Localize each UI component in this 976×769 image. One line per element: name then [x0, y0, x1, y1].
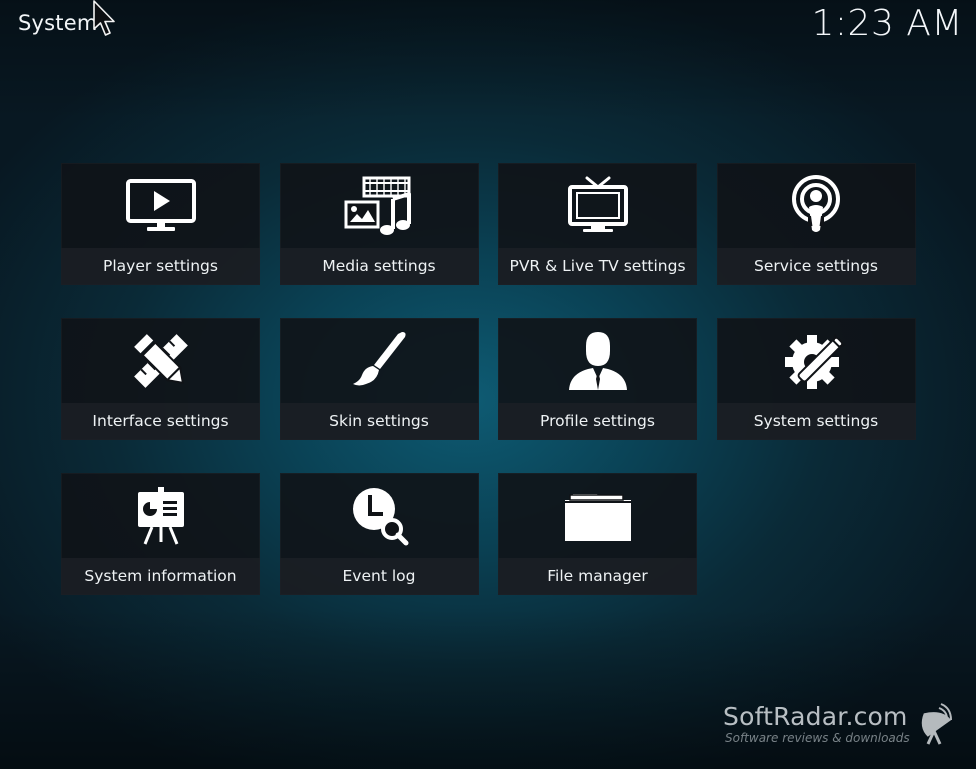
clock: 1:23 AM — [811, 3, 963, 44]
tile-label: Interface settings — [61, 403, 260, 440]
tile-label: Service settings — [716, 248, 916, 285]
pvr-live-tv-settings-tile[interactable]: PVR & Live TV settings — [498, 163, 697, 285]
service-settings-tile[interactable]: Service settings — [716, 163, 916, 285]
paintbrush-icon — [353, 332, 406, 386]
tile-label: System settings — [716, 403, 916, 440]
system-settings-tile[interactable]: System settings — [716, 318, 916, 440]
softradar-watermark: SoftRadar.com Software reviews & downloa… — [723, 702, 953, 746]
player-settings-tile[interactable]: Player settings — [61, 163, 260, 285]
info-board-icon — [137, 487, 184, 545]
mouse-cursor-icon — [93, 0, 115, 36]
podcast-icon — [792, 175, 840, 232]
user-profile-icon — [568, 332, 627, 390]
tile-label: Skin settings — [279, 403, 479, 440]
media-settings-tile[interactable]: Media settings — [279, 163, 479, 285]
skin-settings-tile[interactable]: Skin settings — [279, 318, 479, 440]
tile-label: Event log — [279, 558, 479, 595]
interface-settings-tile[interactable]: Interface settings — [61, 318, 260, 440]
tile-label: System information — [61, 558, 260, 595]
folder-icon — [564, 494, 631, 541]
system-menu-grid: Player settings Media settings PVR & Liv… — [61, 163, 916, 595]
watermark-subtitle: Software reviews & downloads — [725, 731, 910, 745]
tile-label: File manager — [498, 558, 697, 595]
page-title: System — [18, 11, 98, 35]
system-information-tile[interactable]: System information — [61, 473, 260, 595]
satellite-dish-icon — [921, 703, 952, 745]
tile-label: PVR & Live TV settings — [498, 248, 697, 285]
event-log-tile[interactable]: Event log — [279, 473, 479, 595]
pencil-ruler-icon — [133, 334, 188, 388]
gear-wrench-icon — [785, 334, 846, 389]
tile-label: Media settings — [279, 248, 479, 285]
media-icon — [344, 176, 411, 235]
tv-icon — [567, 176, 628, 232]
monitor-play-icon — [125, 179, 196, 231]
tile-label: Profile settings — [498, 403, 697, 440]
file-manager-tile[interactable]: File manager — [498, 473, 697, 595]
tile-label: Player settings — [61, 248, 260, 285]
clock-search-icon — [353, 488, 409, 546]
profile-settings-tile[interactable]: Profile settings — [498, 318, 697, 440]
watermark-title: SoftRadar.com — [723, 702, 908, 731]
